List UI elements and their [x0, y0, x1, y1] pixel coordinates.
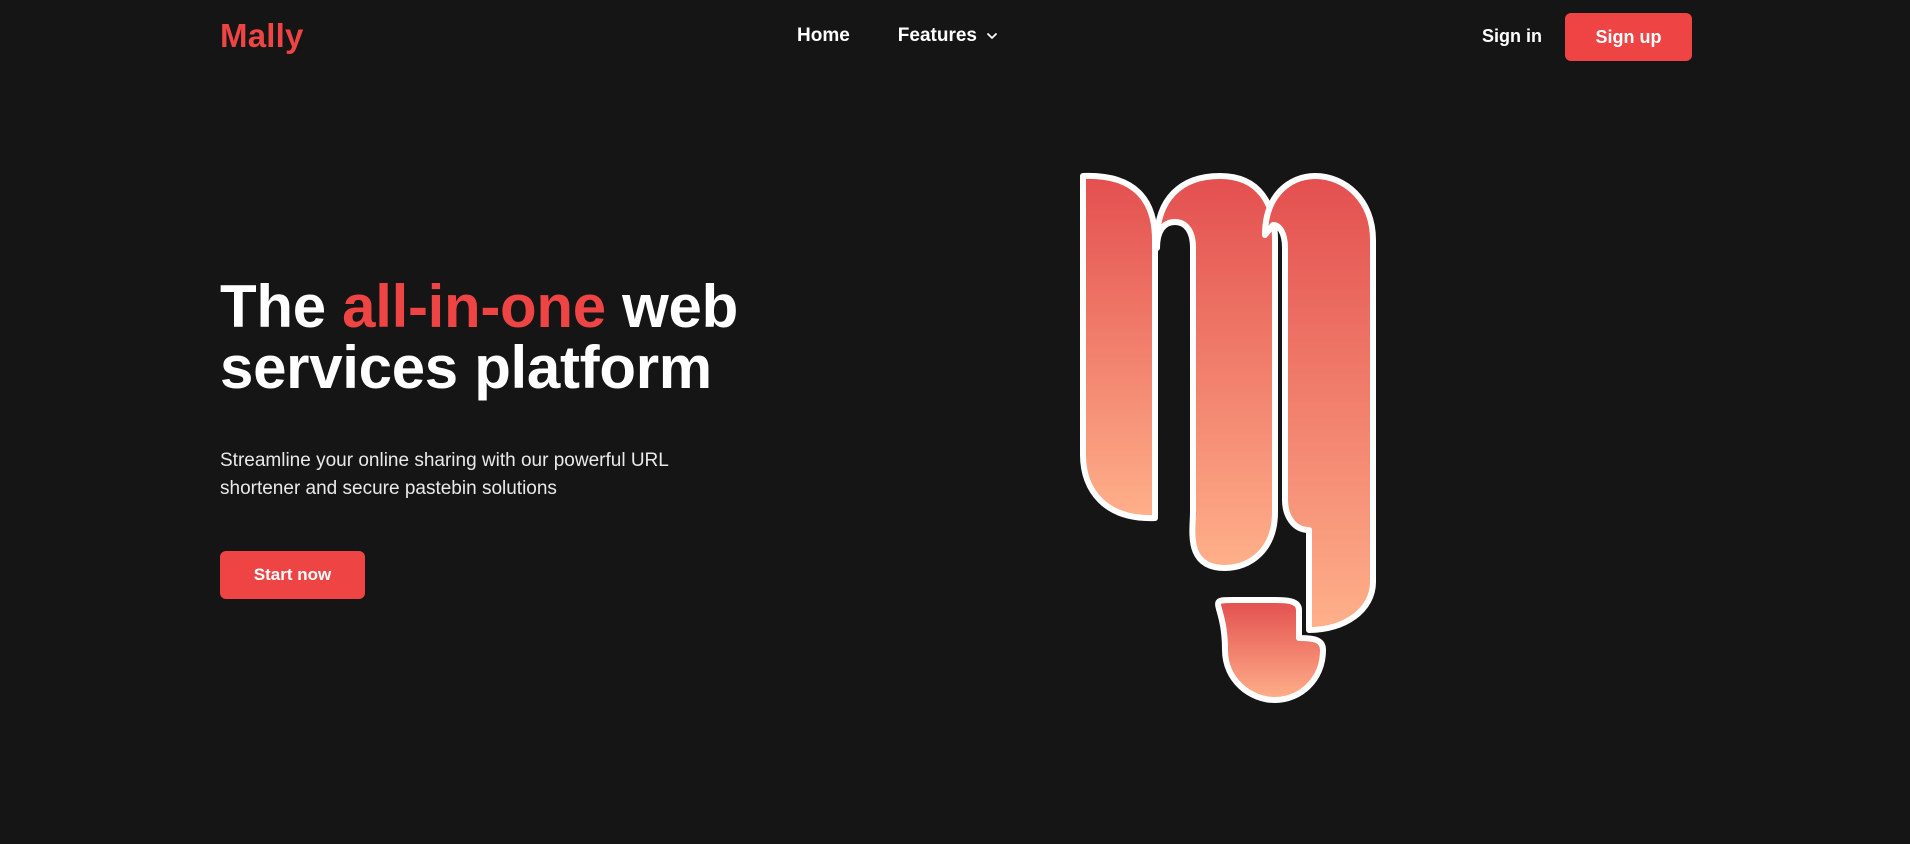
headline-part2: web: [605, 273, 738, 340]
hero-subtitle: Streamline your online sharing with our …: [220, 450, 669, 499]
main-nav: Home Features: [797, 25, 999, 47]
nav-link-features[interactable]: Features: [898, 25, 999, 47]
nav-link-home[interactable]: Home: [797, 25, 850, 47]
mally-m-logo-icon: [1080, 172, 1376, 703]
brand-logo[interactable]: Mally: [220, 17, 304, 55]
hero-headline: The all-in-one web services platform: [220, 276, 738, 398]
chevron-down-icon: [987, 33, 997, 39]
headline-accent: all-in-one: [342, 273, 606, 340]
sign-up-button[interactable]: Sign up: [1565, 13, 1692, 61]
nav-link-features-label: Features: [897, 25, 977, 46]
start-now-button[interactable]: Start now: [220, 551, 365, 599]
headline-part1: The: [220, 273, 343, 340]
nav-link-home-label: Home: [797, 25, 850, 46]
sign-in-link[interactable]: Sign in: [1482, 26, 1542, 47]
top-navbar: Mally Home Features Sign in Sign up: [0, 0, 1910, 74]
headline-line2: services platform: [220, 334, 712, 401]
landing-page: Mally Home Features Sign in Sign up The …: [0, 0, 1910, 844]
